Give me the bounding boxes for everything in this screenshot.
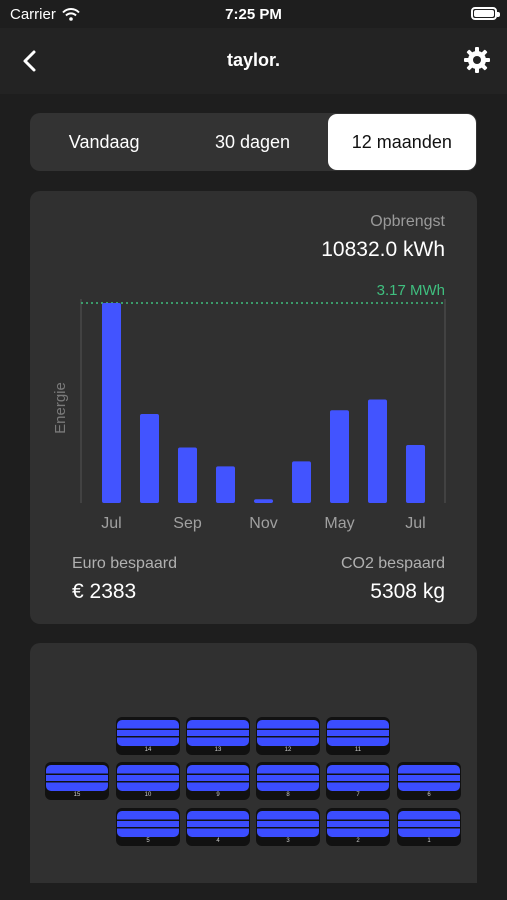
chart-tick-label: Sep [173, 515, 202, 532]
panel-number: 11 [354, 747, 362, 753]
panel-number: 10 [144, 792, 152, 798]
panel-cells [327, 765, 389, 791]
segment-12-months[interactable]: 12 maanden [327, 114, 476, 170]
panel-cells [327, 811, 389, 837]
panel-cells [117, 811, 179, 837]
co2-saved-label: CO2 bespaard [340, 555, 445, 572]
panel-number: 7 [356, 792, 360, 798]
chart-bar-aug-1 [140, 414, 159, 503]
panel-number: 15 [73, 792, 81, 798]
chart-bar-nov-4 [254, 499, 273, 503]
panel-number: 13 [214, 747, 222, 753]
segment-30-days[interactable]: 30 dagen [178, 113, 326, 171]
chart-max-label: 3.17 MWh [377, 282, 445, 299]
panel-number: 4 [216, 838, 220, 844]
panel-cells [187, 811, 249, 837]
chart-tick-label: May [324, 515, 354, 532]
period-segmented-control: Vandaag 30 dagen 12 maanden [30, 113, 477, 171]
panel-cells [257, 811, 319, 837]
battery-icon [471, 7, 500, 20]
panel-number: 14 [144, 747, 152, 753]
gear-icon[interactable] [463, 46, 491, 74]
solar-panel[interactable]: 11 [326, 717, 390, 755]
chart-bar-jul-0 [102, 303, 121, 503]
nav-bar: taylor. [0, 28, 507, 94]
euro-saved-value: € 2383 [72, 580, 137, 603]
panel-number: 12 [284, 747, 292, 753]
panel-number: 8 [286, 792, 290, 798]
energy-summary-card: Opbrengst 10832.0 kWh 3.17 MWh Energie J… [30, 191, 477, 624]
solar-panel[interactable]: 6 [397, 762, 461, 800]
panel-number: 6 [427, 792, 431, 798]
solar-panel[interactable]: 8 [256, 762, 320, 800]
panel-cells [398, 811, 460, 837]
chart-tick-label: Nov [249, 515, 277, 532]
solar-panel[interactable]: 13 [186, 717, 250, 755]
status-bar: Carrier 7:25 PM [0, 0, 507, 28]
solar-panel[interactable]: 4 [186, 808, 250, 846]
chart-bar-jun-7 [368, 399, 387, 503]
panel-cells [117, 765, 179, 791]
panel-number: 5 [146, 838, 150, 844]
chart-bar-sep-2 [178, 447, 197, 503]
panel-cells [187, 720, 249, 746]
solar-panel[interactable]: 9 [186, 762, 250, 800]
page-title: taylor. [226, 50, 281, 70]
chart-bar-jul-8 [406, 444, 425, 503]
solar-panel-layout: 14 13 12 11 15 10 9 8 7 6 5 4 3 2 1 [30, 643, 477, 883]
panel-cells [327, 720, 389, 746]
solar-panel[interactable]: 2 [326, 808, 390, 846]
status-time: 7:25 PM [225, 6, 282, 23]
chart-tick-label: Jul [101, 515, 121, 532]
chart-y-label: Energie [52, 382, 69, 434]
panel-number: 2 [356, 838, 360, 844]
panel-number: 1 [427, 838, 431, 844]
solar-panel[interactable]: 15 [45, 762, 109, 800]
chart-tick-label: Jul [405, 515, 425, 532]
solar-panel[interactable]: 3 [256, 808, 320, 846]
chart-bar-may-6 [330, 410, 349, 503]
panel-cells [257, 720, 319, 746]
panel-cells [117, 720, 179, 746]
panel-cells [46, 765, 108, 791]
chart-bar-oct-3 [216, 466, 235, 503]
solar-panel[interactable]: 7 [326, 762, 390, 800]
panel-cells [398, 765, 460, 791]
solar-panel[interactable]: 1 [397, 808, 461, 846]
segment-today[interactable]: Vandaag [30, 113, 178, 171]
panel-number: 3 [286, 838, 290, 844]
solar-panel[interactable]: 10 [116, 762, 180, 800]
co2-saved-value: 5308 kg [370, 580, 445, 603]
panel-cells [257, 765, 319, 791]
chart-bar-dec-5 [292, 461, 311, 503]
energy-bar-chart: 3.17 MWh Energie Jul Sep Nov May Jul [52, 282, 446, 532]
panel-cells [187, 765, 249, 791]
panel-number: 9 [216, 792, 220, 798]
solar-panel[interactable]: 14 [116, 717, 180, 755]
solar-panel[interactable]: 5 [116, 808, 180, 846]
euro-saved-label: Euro bespaard [72, 555, 177, 572]
solar-panel[interactable]: 12 [256, 717, 320, 755]
